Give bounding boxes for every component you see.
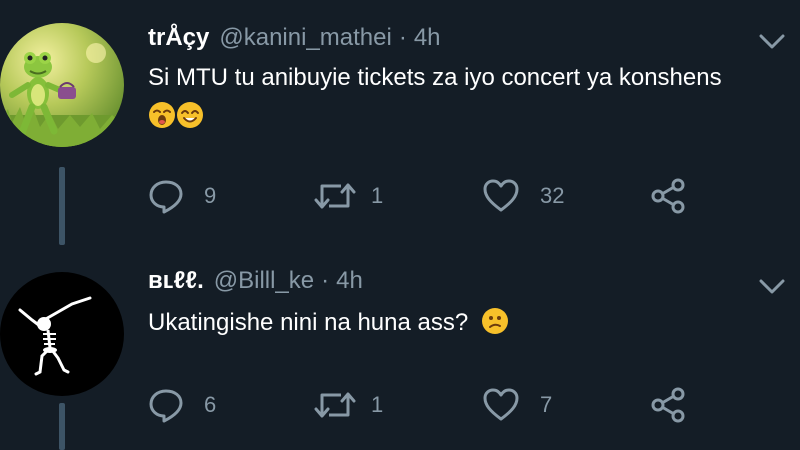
like-button[interactable]: 32	[482, 176, 564, 216]
share-button[interactable]	[650, 385, 686, 425]
user-handle[interactable]: @Billl_ke	[214, 267, 314, 295]
share-icon	[651, 178, 685, 214]
user-handle[interactable]: @kanini_mathei	[219, 24, 391, 52]
confused-face-emoji	[481, 308, 508, 334]
separator-dot: ·	[321, 267, 330, 294]
tweet[interactable]: ʙʟℓℓ. @Billl_ke · 4h Ukatingishe nini na…	[0, 245, 800, 450]
chevron-down-icon[interactable]	[758, 32, 786, 52]
chevron-down-icon[interactable]	[758, 277, 786, 297]
heart-icon	[483, 179, 519, 212]
retweet-icon	[314, 392, 356, 418]
tweet[interactable]: trÅçy @kanini_mathei · 4h Si MTU tu anib…	[0, 0, 800, 245]
retweet-button[interactable]: 1	[313, 176, 383, 216]
avatar[interactable]	[0, 272, 124, 396]
reply-icon	[149, 180, 183, 214]
thread-line	[59, 167, 65, 245]
timestamp[interactable]: 4h	[414, 24, 441, 52]
reply-icon	[149, 389, 183, 423]
timestamp[interactable]: 4h	[336, 267, 363, 295]
tweet-text-content: Ukatingishe nini na huna ass?	[148, 309, 469, 336]
retweet-count: 1	[371, 392, 384, 417]
reply-button[interactable]: 9	[148, 176, 216, 216]
separator-dot: ·	[398, 24, 407, 51]
retweet-icon	[314, 183, 356, 209]
reply-count: 6	[204, 392, 217, 417]
display-name[interactable]: ʙʟℓℓ.	[148, 267, 204, 295]
like-button[interactable]: 7	[482, 385, 552, 425]
tweet-actions: 9 1 32	[148, 176, 748, 216]
tweet-header: trÅçy @kanini_mathei · 4h	[148, 24, 441, 60]
retweet-count: 1	[371, 183, 384, 208]
heart-icon	[483, 388, 519, 421]
avatar[interactable]	[0, 23, 124, 147]
like-count: 7	[540, 392, 553, 417]
share-button[interactable]	[650, 176, 686, 216]
share-icon	[651, 387, 685, 423]
smiling-face-emoji	[177, 102, 203, 128]
reply-button[interactable]: 6	[148, 385, 216, 425]
retweet-button[interactable]: 1	[313, 385, 383, 425]
sleepy-face-emoji	[149, 102, 175, 128]
tweet-text: Si MTU tu anibuyie tickets za iyo concer…	[148, 64, 722, 91]
thread-line	[59, 403, 65, 450]
tweet-actions: 6 1 7	[148, 385, 748, 425]
tweet-header: ʙʟℓℓ. @Billl_ke · 4h	[148, 267, 363, 303]
like-count: 32	[540, 183, 565, 208]
tweet-text: Ukatingishe nini na huna ass?	[148, 307, 509, 337]
reply-count: 9	[204, 183, 217, 208]
display-name[interactable]: trÅçy	[148, 24, 209, 52]
